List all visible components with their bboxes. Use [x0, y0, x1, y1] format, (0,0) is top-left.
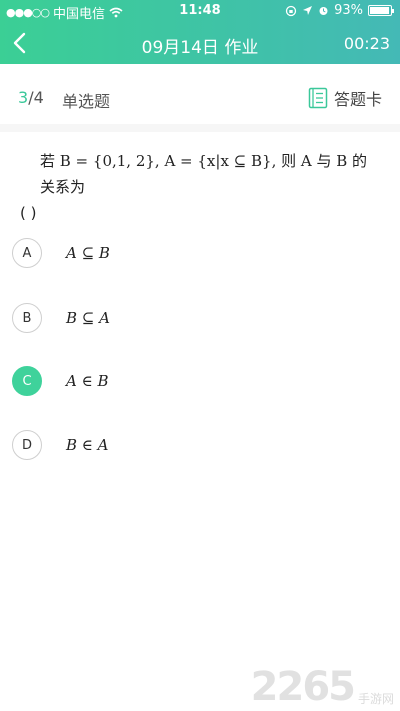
- rotation-lock-icon: [285, 5, 297, 16]
- question-stem: 若 B = {0,1, 2}, A = {x|x ⊆ B}, 则 A 与 B 的…: [20, 148, 380, 226]
- option-a[interactable]: A A ⊆ B: [12, 238, 110, 268]
- app-header: ●●●○○ 中国电信 11:48 93% 09月14日 作业 00:23: [0, 0, 400, 64]
- option-b[interactable]: B B ⊆ A: [12, 303, 110, 333]
- answer-card-label: 答题卡: [333, 90, 382, 109]
- current-question-number: 3: [18, 88, 29, 107]
- status-bar: ●●●○○ 中国电信 11:48 93%: [0, 0, 400, 22]
- option-text: B ∈ A: [66, 436, 109, 454]
- section-divider: [0, 124, 400, 132]
- option-text: A ∈ B: [66, 372, 109, 390]
- total-questions: 4: [33, 88, 44, 107]
- answer-card-icon: [308, 87, 328, 109]
- option-letter: C: [12, 366, 42, 396]
- page-title: 09月14日 作业: [141, 38, 259, 58]
- question-info-bar: 3/4 单选题 答题卡: [0, 64, 400, 124]
- question-type: 单选题: [62, 92, 111, 111]
- option-c[interactable]: C A ∈ B: [12, 366, 109, 396]
- option-d[interactable]: D B ∈ A: [12, 430, 109, 460]
- answer-card-button[interactable]: 答题卡: [308, 86, 382, 110]
- watermark-sub: 手游网: [357, 692, 394, 706]
- option-text: B ⊆ A: [66, 309, 110, 327]
- option-letter: B: [12, 303, 42, 333]
- question-blank: ( ): [20, 204, 37, 222]
- question-progress: 3/4: [18, 88, 44, 107]
- quiz-timer: 00:23: [343, 34, 390, 53]
- option-text: A ⊆ B: [66, 244, 110, 262]
- battery-percent: 93%: [334, 3, 363, 18]
- alarm-icon: [319, 7, 328, 15]
- watermark-logo: 2265 手游网: [251, 667, 394, 707]
- nav-bar: 09月14日 作业 00:23: [0, 22, 400, 64]
- question-text: 若 B = {0,1, 2}, A = {x|x ⊆ B}, 则 A 与 B 的…: [40, 152, 368, 196]
- battery-icon: [368, 5, 394, 16]
- watermark-brand: 2265: [250, 664, 356, 710]
- battery-fill: [370, 7, 389, 14]
- option-letter: A: [12, 238, 42, 268]
- option-letter: D: [12, 430, 42, 460]
- location-icon: [303, 6, 313, 15]
